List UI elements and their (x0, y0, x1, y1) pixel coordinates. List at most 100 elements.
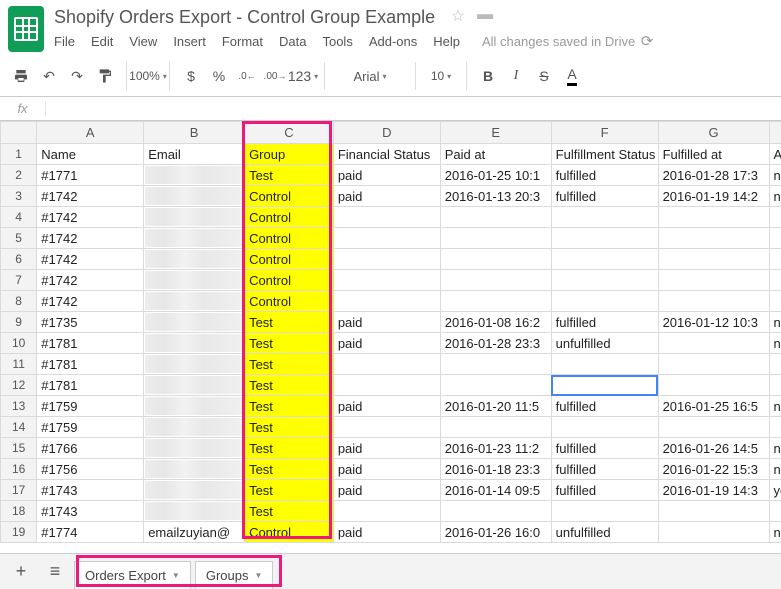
cell[interactable] (551, 249, 658, 270)
cell[interactable]: paid (333, 522, 440, 543)
cell[interactable] (551, 228, 658, 249)
cell[interactable] (551, 291, 658, 312)
cell[interactable]: fulfilled (551, 480, 658, 501)
cell[interactable]: paid (333, 186, 440, 207)
cell[interactable]: Test (245, 417, 334, 438)
cell[interactable]: no (769, 186, 781, 207)
menu-format[interactable]: Format (222, 34, 263, 49)
cell[interactable]: e (144, 480, 245, 501)
cell[interactable] (440, 291, 551, 312)
cell[interactable]: 2016-01-12 10:3 (658, 312, 769, 333)
row-header[interactable]: 17 (1, 480, 37, 501)
cell[interactable] (440, 249, 551, 270)
cell[interactable]: paid (333, 396, 440, 417)
italic-button[interactable]: I (505, 62, 527, 90)
col-header-h[interactable]: H (769, 122, 781, 144)
cell[interactable]: b (144, 249, 245, 270)
cell[interactable]: #1743 (37, 501, 144, 522)
cell[interactable] (769, 375, 781, 396)
cell[interactable] (333, 228, 440, 249)
cell[interactable]: 2016-01-19 14:3 (658, 480, 769, 501)
cell[interactable] (769, 417, 781, 438)
cell[interactable]: Control (245, 249, 334, 270)
col-header-e[interactable]: E (440, 122, 551, 144)
increase-decimal-icon[interactable]: .00→ (264, 62, 286, 90)
row-header[interactable]: 3 (1, 186, 37, 207)
cell[interactable]: c (144, 396, 245, 417)
menu-edit[interactable]: Edit (91, 34, 113, 49)
cell[interactable] (769, 270, 781, 291)
menu-help[interactable]: Help (433, 34, 460, 49)
cell[interactable]: fulfilled (551, 165, 658, 186)
cell[interactable]: c (144, 354, 245, 375)
cell[interactable]: e (144, 501, 245, 522)
cell[interactable]: c (144, 417, 245, 438)
cell[interactable] (551, 375, 658, 396)
cell[interactable] (658, 501, 769, 522)
menu-data[interactable]: Data (279, 34, 306, 49)
redo-icon[interactable]: ↷ (66, 62, 88, 90)
cell[interactable]: 2016-01-19 14:2 (658, 186, 769, 207)
cell[interactable]: no (769, 333, 781, 354)
cell[interactable]: b (144, 186, 245, 207)
cell[interactable]: c (144, 438, 245, 459)
cell[interactable]: #1759 (37, 417, 144, 438)
print-icon[interactable] (10, 62, 32, 90)
cell[interactable]: Test (245, 375, 334, 396)
font-size-select[interactable]: 10 (426, 62, 456, 90)
cell[interactable] (333, 375, 440, 396)
cell[interactable]: 2016-01-23 11:2 (440, 438, 551, 459)
cell[interactable]: #1742 (37, 186, 144, 207)
cell[interactable]: emailzuyian@ (144, 522, 245, 543)
cell[interactable]: Test (245, 333, 334, 354)
cell[interactable] (769, 291, 781, 312)
cell[interactable]: 2016-01-28 17:3 (658, 165, 769, 186)
cell[interactable]: #1781 (37, 354, 144, 375)
cell[interactable] (333, 354, 440, 375)
row-header[interactable]: 16 (1, 459, 37, 480)
row-header[interactable]: 18 (1, 501, 37, 522)
cell[interactable] (440, 228, 551, 249)
cell[interactable]: #1742 (37, 228, 144, 249)
cell[interactable]: paid (333, 333, 440, 354)
cell[interactable]: b (144, 228, 245, 249)
cell[interactable] (333, 249, 440, 270)
row-header[interactable]: 15 (1, 438, 37, 459)
cell[interactable] (551, 270, 658, 291)
row-header[interactable]: 14 (1, 417, 37, 438)
cell[interactable]: 2016-01-14 09:5 (440, 480, 551, 501)
col-header-c[interactable]: C (245, 122, 334, 144)
cell[interactable]: #1781 (37, 375, 144, 396)
cell[interactable] (440, 417, 551, 438)
cell[interactable]: Group (245, 144, 334, 165)
col-header-a[interactable]: A (37, 122, 144, 144)
cell[interactable] (658, 291, 769, 312)
menu-file[interactable]: File (54, 34, 75, 49)
cell[interactable]: Test (245, 354, 334, 375)
row-header[interactable]: 12 (1, 375, 37, 396)
strike-button[interactable]: S (533, 62, 555, 90)
cell[interactable]: 2016-01-28 23:3 (440, 333, 551, 354)
menu-tools[interactable]: Tools (322, 34, 352, 49)
cell[interactable]: #1781 (37, 333, 144, 354)
percent-icon[interactable]: % (208, 62, 230, 90)
cell[interactable]: no (769, 312, 781, 333)
spreadsheet-grid[interactable]: A B C D E F G H 1NameEmailGroupFinancial… (0, 121, 781, 543)
cell[interactable]: 2016-01-26 16:0 (440, 522, 551, 543)
cell[interactable] (551, 417, 658, 438)
cell[interactable] (333, 270, 440, 291)
cell[interactable] (440, 270, 551, 291)
cell[interactable]: #1774 (37, 522, 144, 543)
cell[interactable]: no (769, 396, 781, 417)
cell[interactable] (333, 207, 440, 228)
cell[interactable]: #1766 (37, 438, 144, 459)
cell[interactable] (658, 228, 769, 249)
cell[interactable]: #1743 (37, 480, 144, 501)
cell[interactable] (658, 522, 769, 543)
cell[interactable]: #1735 (37, 312, 144, 333)
cell[interactable]: Acce (769, 144, 781, 165)
cell[interactable]: Control (245, 207, 334, 228)
row-header[interactable]: 9 (1, 312, 37, 333)
number-format-select[interactable]: 123 (292, 62, 314, 90)
all-sheets-button[interactable]: ≡ (40, 559, 70, 585)
